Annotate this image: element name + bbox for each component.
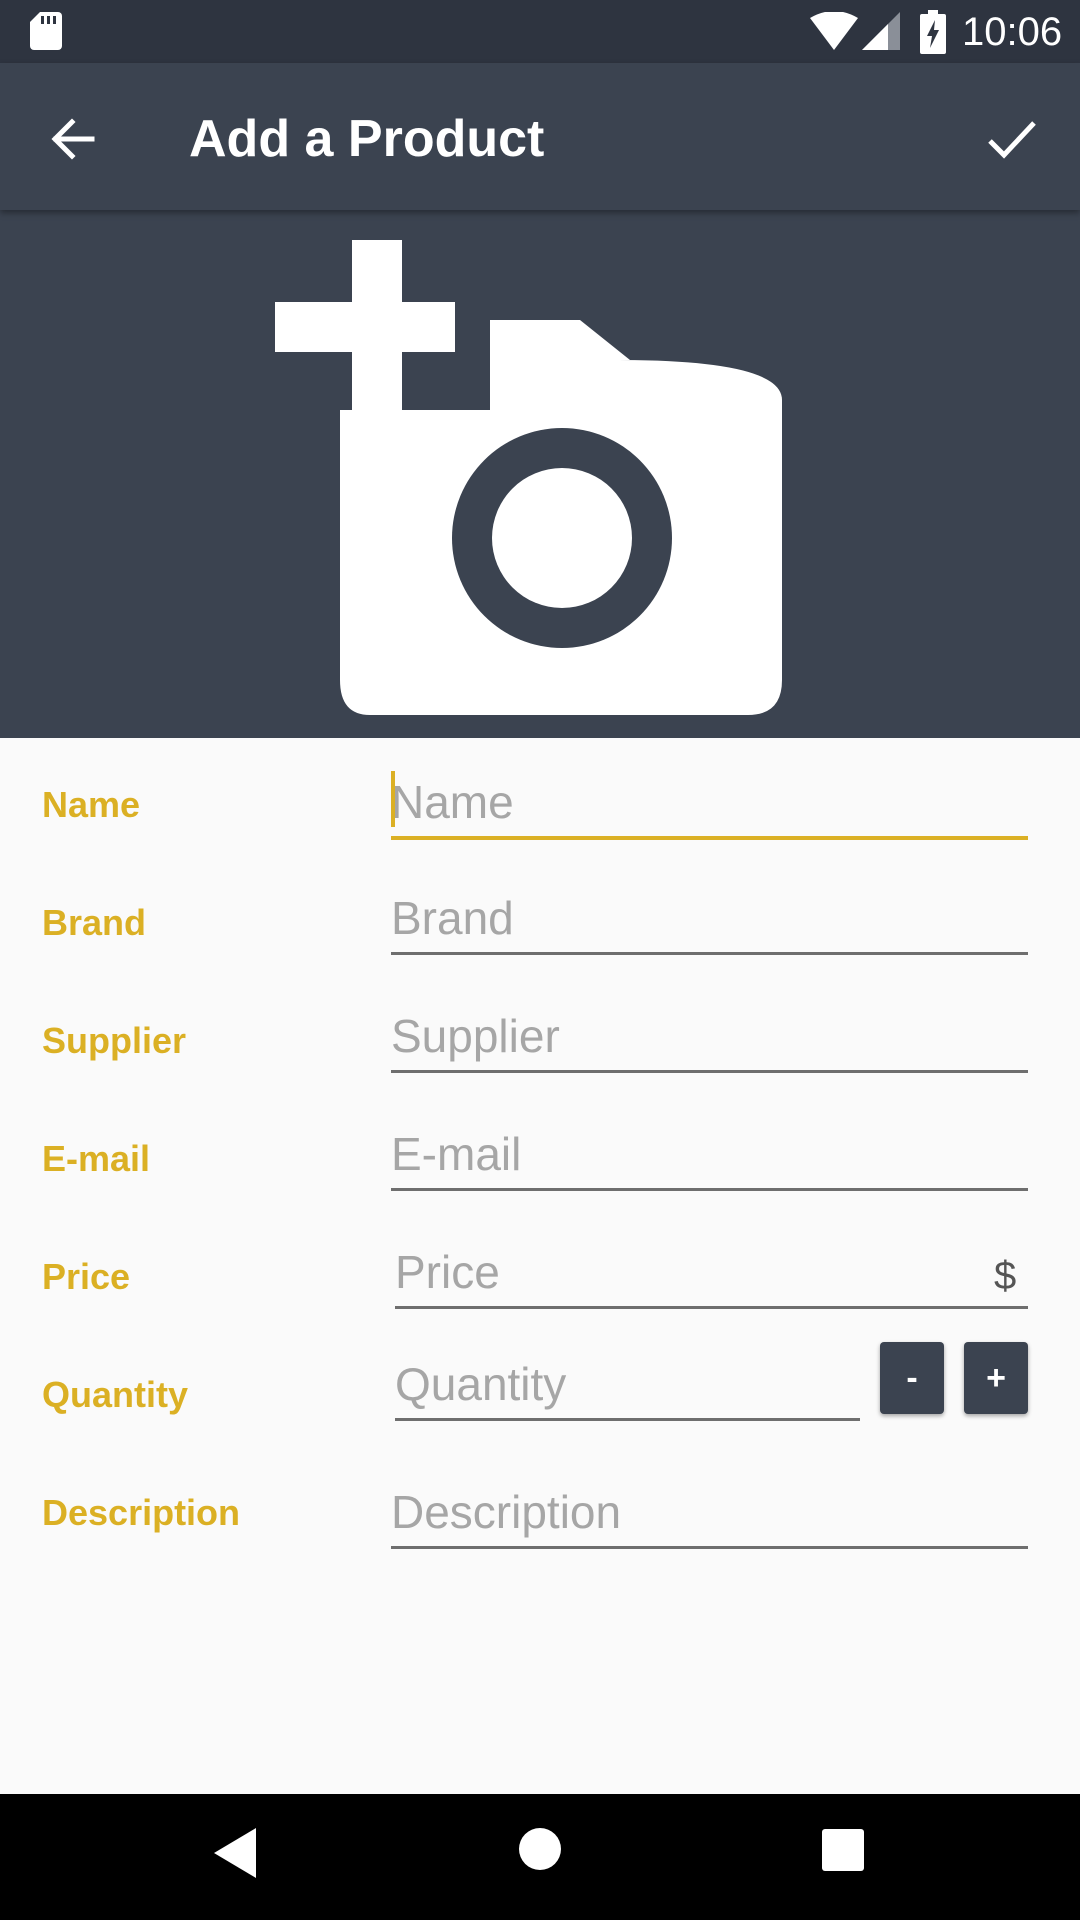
arrow-back-icon[interactable] xyxy=(44,109,104,169)
nav-home-icon[interactable] xyxy=(518,1827,562,1871)
nav-back-icon[interactable] xyxy=(214,1828,258,1878)
brand-input[interactable] xyxy=(391,884,1028,955)
brand-label: Brand xyxy=(42,902,147,943)
wifi-icon xyxy=(810,12,858,50)
nav-recents-icon[interactable] xyxy=(822,1829,864,1871)
quantity-input[interactable] xyxy=(395,1350,860,1421)
supplier-input[interactable] xyxy=(391,1002,1028,1073)
app-bar: Add a Product xyxy=(0,63,1080,210)
add-a-photo-icon[interactable] xyxy=(270,230,790,730)
price-input[interactable] xyxy=(395,1238,1028,1309)
battery-charging-icon xyxy=(920,10,946,54)
status-time: 10:06 xyxy=(962,10,1063,54)
quantity-label: Quantity xyxy=(42,1374,189,1415)
supplier-label: Supplier xyxy=(42,1020,187,1061)
sd-card-icon xyxy=(30,12,62,50)
increment-quantity-button[interactable]: + xyxy=(964,1342,1028,1414)
email-label: E-mail xyxy=(42,1138,151,1179)
decrement-quantity-button[interactable]: - xyxy=(880,1342,944,1414)
description-label: Description xyxy=(42,1492,241,1533)
email-input[interactable] xyxy=(391,1120,1028,1191)
price-label: Price xyxy=(42,1256,131,1297)
product-image-area[interactable] xyxy=(0,210,1080,738)
page-title: Add a Product xyxy=(189,110,545,168)
cell-signal-icon xyxy=(862,12,900,50)
description-input[interactable] xyxy=(391,1478,1028,1549)
name-input[interactable] xyxy=(391,768,1028,840)
text-cursor xyxy=(391,771,395,827)
system-nav-bar xyxy=(0,1794,1080,1920)
check-icon[interactable] xyxy=(982,109,1042,169)
name-label: Name xyxy=(42,784,141,825)
status-bar: 10:06 xyxy=(0,0,1080,63)
currency-symbol: $ xyxy=(994,1254,1017,1298)
